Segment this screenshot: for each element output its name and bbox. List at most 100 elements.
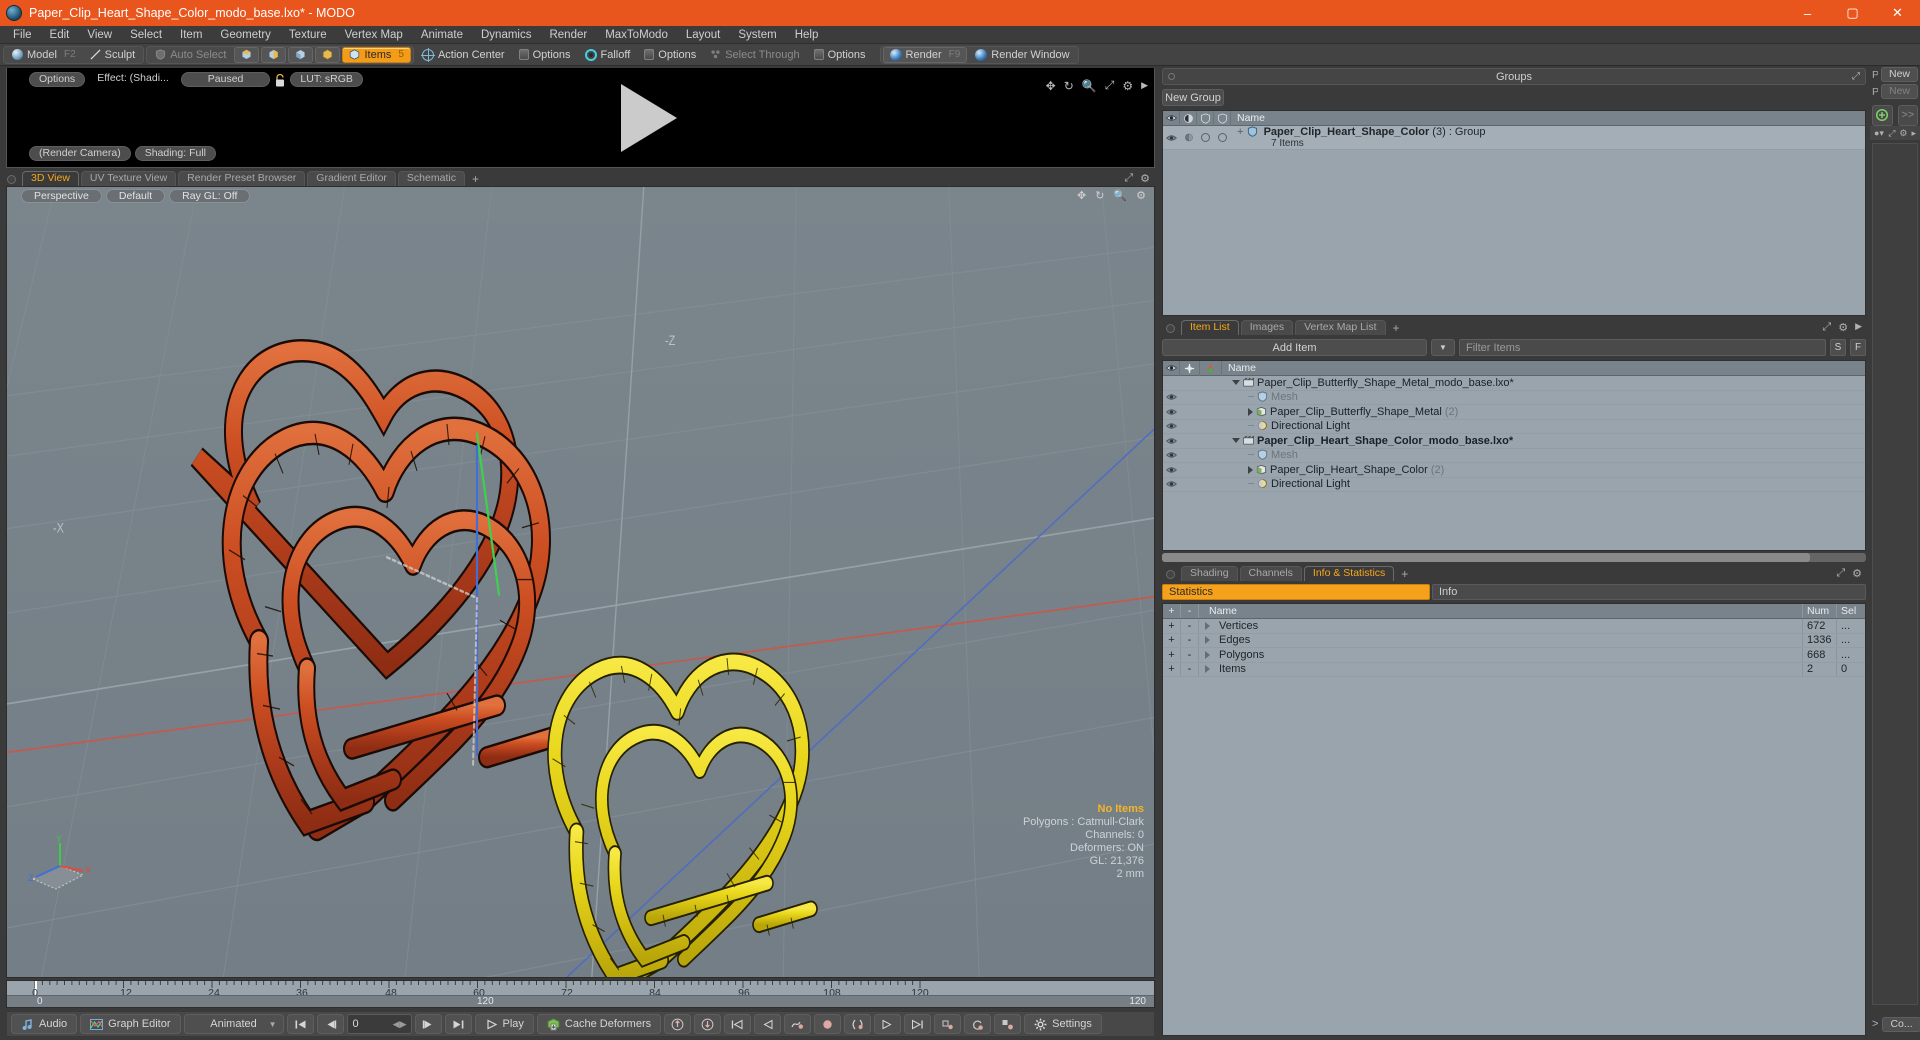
item-row-visibility-toggle[interactable] (1163, 463, 1180, 478)
menu-item-help[interactable]: Help (786, 26, 828, 44)
falloff-options-button[interactable]: Options (638, 47, 702, 63)
item-col-visible[interactable] (1163, 361, 1180, 376)
item-row-visibility-toggle[interactable] (1163, 477, 1180, 492)
far-right-empty-panel[interactable] (1872, 143, 1918, 1005)
item-list-row[interactable]: Paper_Clip_Butterfly_Shape_Metal (2) (1163, 405, 1865, 420)
far-right-chevron[interactable]: > (1872, 1018, 1878, 1030)
search-icon[interactable]: 🔍 (1082, 79, 1097, 93)
viewport-projection-button[interactable]: Perspective (21, 189, 102, 203)
item-list-row[interactable]: Paper_Clip_Heart_Shape_Color_modo_base.l… (1163, 434, 1865, 449)
item-row-render-toggle[interactable] (1200, 376, 1222, 390)
menu-item-view[interactable]: View (78, 26, 121, 44)
select-through-options-button[interactable]: Options (808, 47, 872, 63)
add-item-button[interactable]: Add Item (1162, 339, 1427, 356)
item-row-render-toggle[interactable] (1200, 419, 1222, 434)
render-preview-panel[interactable]: Options Effect: (Shadi... Paused LUT: sR… (6, 68, 1155, 168)
key-scale-button[interactable] (994, 1014, 1022, 1034)
polygon-select-button[interactable] (288, 46, 314, 63)
settings-button[interactable]: Settings (1024, 1014, 1102, 1034)
step-back-button[interactable] (316, 1014, 344, 1034)
cache-deformers-button[interactable]: Cache Deformers (536, 1014, 662, 1034)
item-row-lock-toggle[interactable] (1180, 390, 1200, 405)
item-row-lock-toggle[interactable] (1180, 477, 1200, 492)
new-pass-group-button[interactable]: New (1880, 67, 1918, 82)
menu-item-dynamics[interactable]: Dynamics (472, 26, 540, 44)
item-row-render-toggle[interactable] (1200, 405, 1222, 420)
menu-item-item[interactable]: Item (171, 26, 211, 44)
item-row-visibility-toggle[interactable] (1163, 434, 1180, 449)
preview-effect-label[interactable]: Effect: (Shadi... (88, 72, 178, 87)
row-expander-closed[interactable] (1248, 465, 1253, 474)
item-list-tab-dot[interactable] (1166, 324, 1175, 333)
go-to-start-button[interactable] (286, 1014, 314, 1034)
item-list-row[interactable]: Paper_Clip_Butterfly_Shape_Metal_modo_ba… (1163, 376, 1865, 391)
item-list-chevron-icon[interactable]: ▶ (1855, 321, 1862, 334)
groups-row-check1[interactable] (1197, 130, 1214, 145)
material-select-button[interactable] (315, 46, 341, 63)
item-row-visibility-toggle[interactable] (1163, 390, 1180, 405)
axis-gizmo[interactable]: X Y Z (23, 831, 93, 901)
item-row-visibility-toggle[interactable] (1163, 419, 1180, 434)
preview-options-button[interactable]: Options (29, 72, 86, 87)
item-list-row[interactable]: ┄ Directional Light (1163, 477, 1865, 492)
preview-lut-button[interactable]: LUT: sRGB (290, 72, 363, 87)
auto-select-button[interactable]: Auto Select (149, 47, 232, 63)
next-key-button[interactable] (874, 1014, 902, 1034)
groups-col-visible[interactable] (1163, 111, 1180, 126)
statistics-row[interactable]: + - Vertices 672 ... (1163, 619, 1865, 634)
key-bracket-button[interactable] (844, 1014, 872, 1034)
item-row-render-toggle[interactable] (1200, 434, 1222, 449)
stat-row-minus[interactable]: - (1181, 633, 1199, 647)
groups-col-shade[interactable] (1180, 111, 1197, 126)
key-circle-button[interactable] (814, 1014, 842, 1034)
tab-render-preset-browser[interactable]: Render Preset Browser (178, 171, 306, 186)
statistics-row[interactable]: + - Items 2 0 (1163, 662, 1865, 677)
action-center-button[interactable]: Action Center (416, 47, 511, 63)
viewport-tab-dot[interactable] (7, 175, 16, 184)
forward-pass-button[interactable]: >> (1897, 104, 1918, 126)
shading-mode-button[interactable]: Shading: Full (134, 146, 216, 161)
item-row-lock-toggle[interactable] (1180, 434, 1200, 449)
falloff-button[interactable]: Falloff (579, 47, 637, 63)
item-row-render-toggle[interactable] (1200, 448, 1222, 463)
menu-item-file[interactable]: File (4, 26, 41, 44)
sculpt-mode-button[interactable]: Sculpt (84, 47, 142, 63)
action-center-options-button[interactable]: Options (513, 47, 577, 63)
info-expand-icon[interactable]: ⤢ (1836, 567, 1845, 580)
groups-row-check2[interactable] (1214, 130, 1231, 145)
viewport-preset-button[interactable]: Default (105, 189, 166, 203)
menu-item-texture[interactable]: Texture (280, 26, 336, 44)
prev-key-button[interactable] (724, 1014, 752, 1034)
stat-row-expander[interactable] (1205, 665, 1210, 674)
menu-item-layout[interactable]: Layout (677, 26, 730, 44)
animation-mode-select[interactable]: Animated ▼ (183, 1014, 284, 1034)
tab-vertex-map-list[interactable]: Vertex Map List (1295, 320, 1386, 335)
menu-item-render[interactable]: Render (540, 26, 596, 44)
add-pass-icon-button[interactable] (1872, 104, 1893, 126)
info-add-tab-button[interactable]: + (1396, 567, 1413, 581)
groups-row-shade[interactable] (1180, 130, 1197, 145)
menu-item-vertex-map[interactable]: Vertex Map (336, 26, 412, 44)
gear-icon[interactable]: ⚙ (1122, 79, 1133, 93)
item-list-row[interactable]: Paper_Clip_Heart_Shape_Color (2) (1163, 463, 1865, 478)
render-camera-button[interactable]: (Render Camera) (29, 146, 131, 161)
item-row-render-toggle[interactable] (1200, 390, 1222, 405)
viewport-zoom-icon[interactable]: 🔍 (1113, 189, 1127, 202)
stat-row-expander[interactable] (1205, 650, 1210, 659)
render-button[interactable]: Render F9 (882, 46, 968, 63)
tab-info-and-statistics[interactable]: Info & Statistics (1303, 566, 1395, 581)
stat-row-minus[interactable]: - (1181, 619, 1199, 633)
3d-viewport[interactable]: -Z -X Perspective Default Ray GL: Off ✥ … (6, 186, 1155, 978)
groups-row-expander[interactable]: + (1237, 126, 1243, 138)
tab-channels[interactable]: Channels (1239, 566, 1302, 581)
key-set-button[interactable] (934, 1014, 962, 1034)
edge-select-button[interactable] (261, 46, 287, 63)
key-rotate-button[interactable] (964, 1014, 992, 1034)
tab-shading[interactable]: Shading (1181, 566, 1238, 581)
go-to-end-button[interactable] (444, 1014, 472, 1034)
far-right-chevron-icon[interactable]: ▸ (1911, 128, 1916, 139)
key-down-button[interactable] (694, 1014, 722, 1034)
menu-item-system[interactable]: System (729, 26, 785, 44)
command-button[interactable]: Co... (1882, 1016, 1920, 1032)
next-key-end-button[interactable] (904, 1014, 932, 1034)
